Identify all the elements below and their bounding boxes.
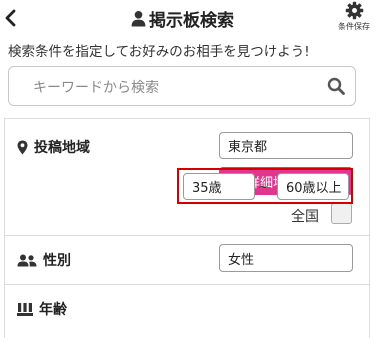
nationwide-checkbox[interactable] xyxy=(331,203,352,224)
users-icon xyxy=(17,254,37,266)
chevron-left-icon[interactable] xyxy=(2,8,20,28)
age-label-group: 年齢 xyxy=(17,299,67,319)
keyword-search-input[interactable] xyxy=(31,76,315,100)
search-icon[interactable] xyxy=(327,77,345,95)
intro-text: 検索条件を指定してお好みのお相手を見つけよう! xyxy=(8,44,310,60)
keyword-search-box[interactable] xyxy=(8,66,356,106)
age-range-separator: ~ xyxy=(258,180,269,195)
region-label-group: 投稿地域 xyxy=(17,137,90,157)
divider xyxy=(5,235,369,236)
save-conditions-button[interactable]: 条件保存 xyxy=(333,1,375,37)
filter-panel: 投稿地域 東京都 詳細地域設定 全国 性別 女性 年齢 xyxy=(4,118,370,338)
region-label: 投稿地域 xyxy=(34,140,90,156)
gender-label-group: 性別 xyxy=(17,250,71,270)
save-conditions-label: 条件保存 xyxy=(338,22,370,31)
age-min-select[interactable]: 35歳 xyxy=(183,173,255,200)
gender-select[interactable]: 女性 xyxy=(219,244,353,272)
age-label: 年齢 xyxy=(39,302,67,318)
calendar-icon xyxy=(17,303,33,316)
nationwide-label: 全国 xyxy=(291,209,319,225)
region-select[interactable]: 東京都 xyxy=(219,132,353,159)
map-marker-icon xyxy=(17,140,28,154)
page-title: 掲示板検索 xyxy=(149,10,234,31)
page-title-wrap: 掲示板検索 xyxy=(130,7,234,31)
gender-label: 性別 xyxy=(43,253,71,269)
header: 掲示板検索 条件保存 xyxy=(0,0,379,36)
age-max-select[interactable]: 60歳以上 xyxy=(277,173,349,200)
divider xyxy=(5,284,369,285)
user-icon xyxy=(131,10,146,26)
gear-icon xyxy=(345,1,363,20)
